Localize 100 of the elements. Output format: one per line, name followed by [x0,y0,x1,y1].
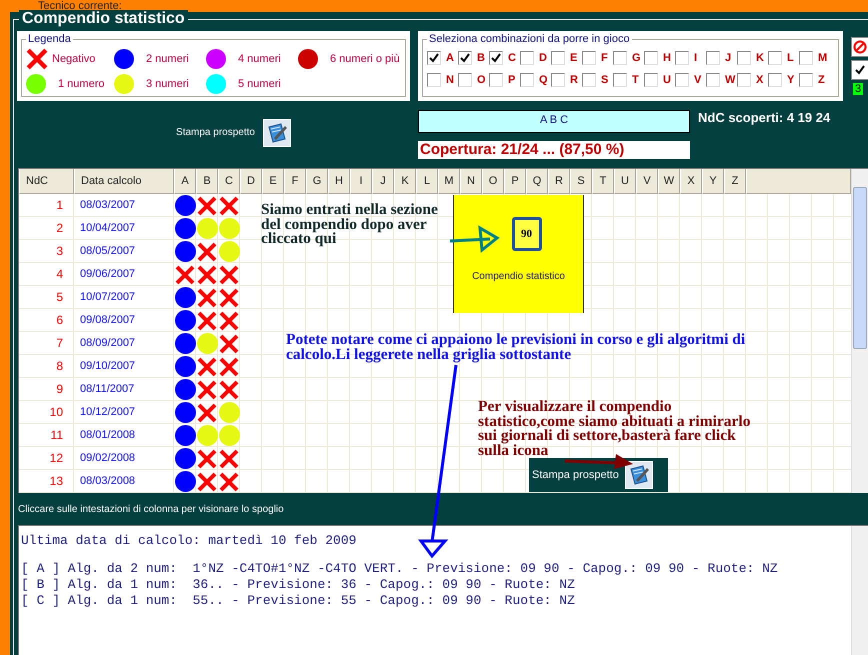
annotation-text: Per visualizzare il compendio statistico,come siamo abituati a rimirarlo sui giornali di settore,basterà fare click sulla icona [478,400,752,458]
checkbox[interactable] [644,51,658,65]
checkbox[interactable] [706,73,720,87]
checkbox[interactable] [582,73,596,87]
checkbox[interactable] [613,73,627,87]
selected-combinations: A B C [418,110,690,133]
column-header[interactable]: H [328,169,350,194]
cross-icon [219,264,239,284]
column-header[interactable]: A [174,169,196,194]
prohibited-icon [853,40,867,54]
column-header[interactable]: P [504,169,526,194]
checkbox[interactable] [768,73,782,87]
cross-icon [197,472,217,492]
option-label: T [632,74,639,86]
checkbox[interactable] [520,51,534,65]
checkbox[interactable] [489,51,503,65]
column-header[interactable]: M [438,169,460,194]
clear-button[interactable] [851,37,868,57]
column-header[interactable]: E [262,169,284,194]
option-label: O [477,74,486,86]
checkbox[interactable] [427,51,441,65]
clipboard-badge: 90 [512,217,542,251]
checkbox[interactable] [582,51,596,65]
checkbox[interactable] [458,73,472,87]
column-header[interactable]: Q [526,169,548,194]
checkbox[interactable] [551,51,565,65]
column-header[interactable]: V [636,169,658,194]
column-header[interactable]: T [592,169,614,194]
column-header[interactable]: U [614,169,636,194]
checkbox[interactable] [489,73,503,87]
confirm-button[interactable] [851,60,868,80]
column-header[interactable]: I [350,169,372,194]
checkbox[interactable] [768,51,782,65]
arrow [450,225,500,253]
checkbox[interactable] [675,73,689,87]
uncovered-label: NdC scoperti: 4 19 24 [698,110,830,126]
option-label: V [694,74,702,86]
checkbox[interactable] [799,73,813,87]
cross-icon [197,356,217,376]
column-header[interactable]: D [240,169,262,194]
column-header[interactable]: N [460,169,482,194]
print-label: Stampa prospetto [532,469,619,481]
cross-icon [219,334,239,354]
cross-icon [197,448,217,468]
option-label: E [570,52,578,64]
notebook-pen-icon [266,122,288,144]
cross-icon [175,264,195,284]
column-header[interactable]: F [284,169,306,194]
legend-label: Negativo [52,52,96,64]
column-header[interactable]: Y [702,169,724,194]
checkbox[interactable] [520,73,534,87]
column-header[interactable]: X [680,169,702,194]
column-header[interactable]: J [372,169,394,194]
column-header[interactable]: Z [724,169,746,194]
cross-icon [219,472,239,492]
column-header[interactable]: S [570,169,592,194]
check-icon [855,65,865,75]
column-header[interactable]: O [482,169,504,194]
scrollbar[interactable] [851,169,868,493]
cross-icon [197,402,217,422]
panel-title: Compendio statistico [19,10,188,28]
print-label: Stampa prospetto [176,127,255,138]
column-header[interactable]: B [196,169,218,194]
cross-icon [197,242,217,262]
cross-icon [197,288,217,308]
cross-icon [26,48,48,70]
print-button[interactable] [262,118,291,146]
checkbox[interactable] [458,51,472,65]
checkbox[interactable] [799,51,813,65]
column-header[interactable]: G [306,169,328,194]
selected-count: 3 [853,83,864,95]
checkbox[interactable] [737,51,751,65]
checkbox[interactable] [737,73,751,87]
checkbox[interactable] [675,51,689,65]
column-header[interactable]: R [548,169,570,194]
report-line: [ B ] Alg. da 1 num: 36.. - Previsione: 36 - Capog.: 09 90 - Ruote: NZ [21,577,576,593]
column-header[interactable]: L [416,169,438,194]
option-label: J [725,52,732,64]
option-label: H [663,52,671,64]
checkbox[interactable] [613,51,627,65]
checkbox[interactable] [644,73,658,87]
column-header[interactable]: W [658,169,680,194]
cross-icon [219,448,239,468]
legend-label: 5 numeri [238,78,281,90]
checkbox[interactable] [706,51,720,65]
option-label: D [539,52,547,64]
selection-title: Seleziona combinazioni da porre in gioco [428,33,631,45]
option-label: U [663,74,671,86]
column-header[interactable]: K [394,169,416,194]
column-header[interactable]: C [218,169,240,194]
option-label: N [446,74,454,86]
scrollbar[interactable] [851,526,868,655]
legend-label: 1 numero [58,78,104,90]
print-button[interactable] [624,461,653,489]
checkbox[interactable] [551,73,565,87]
option-label: W [725,74,736,86]
cross-icon [197,264,217,284]
option-label: F [601,52,608,64]
option-label: G [632,52,641,64]
checkbox[interactable] [427,73,441,87]
